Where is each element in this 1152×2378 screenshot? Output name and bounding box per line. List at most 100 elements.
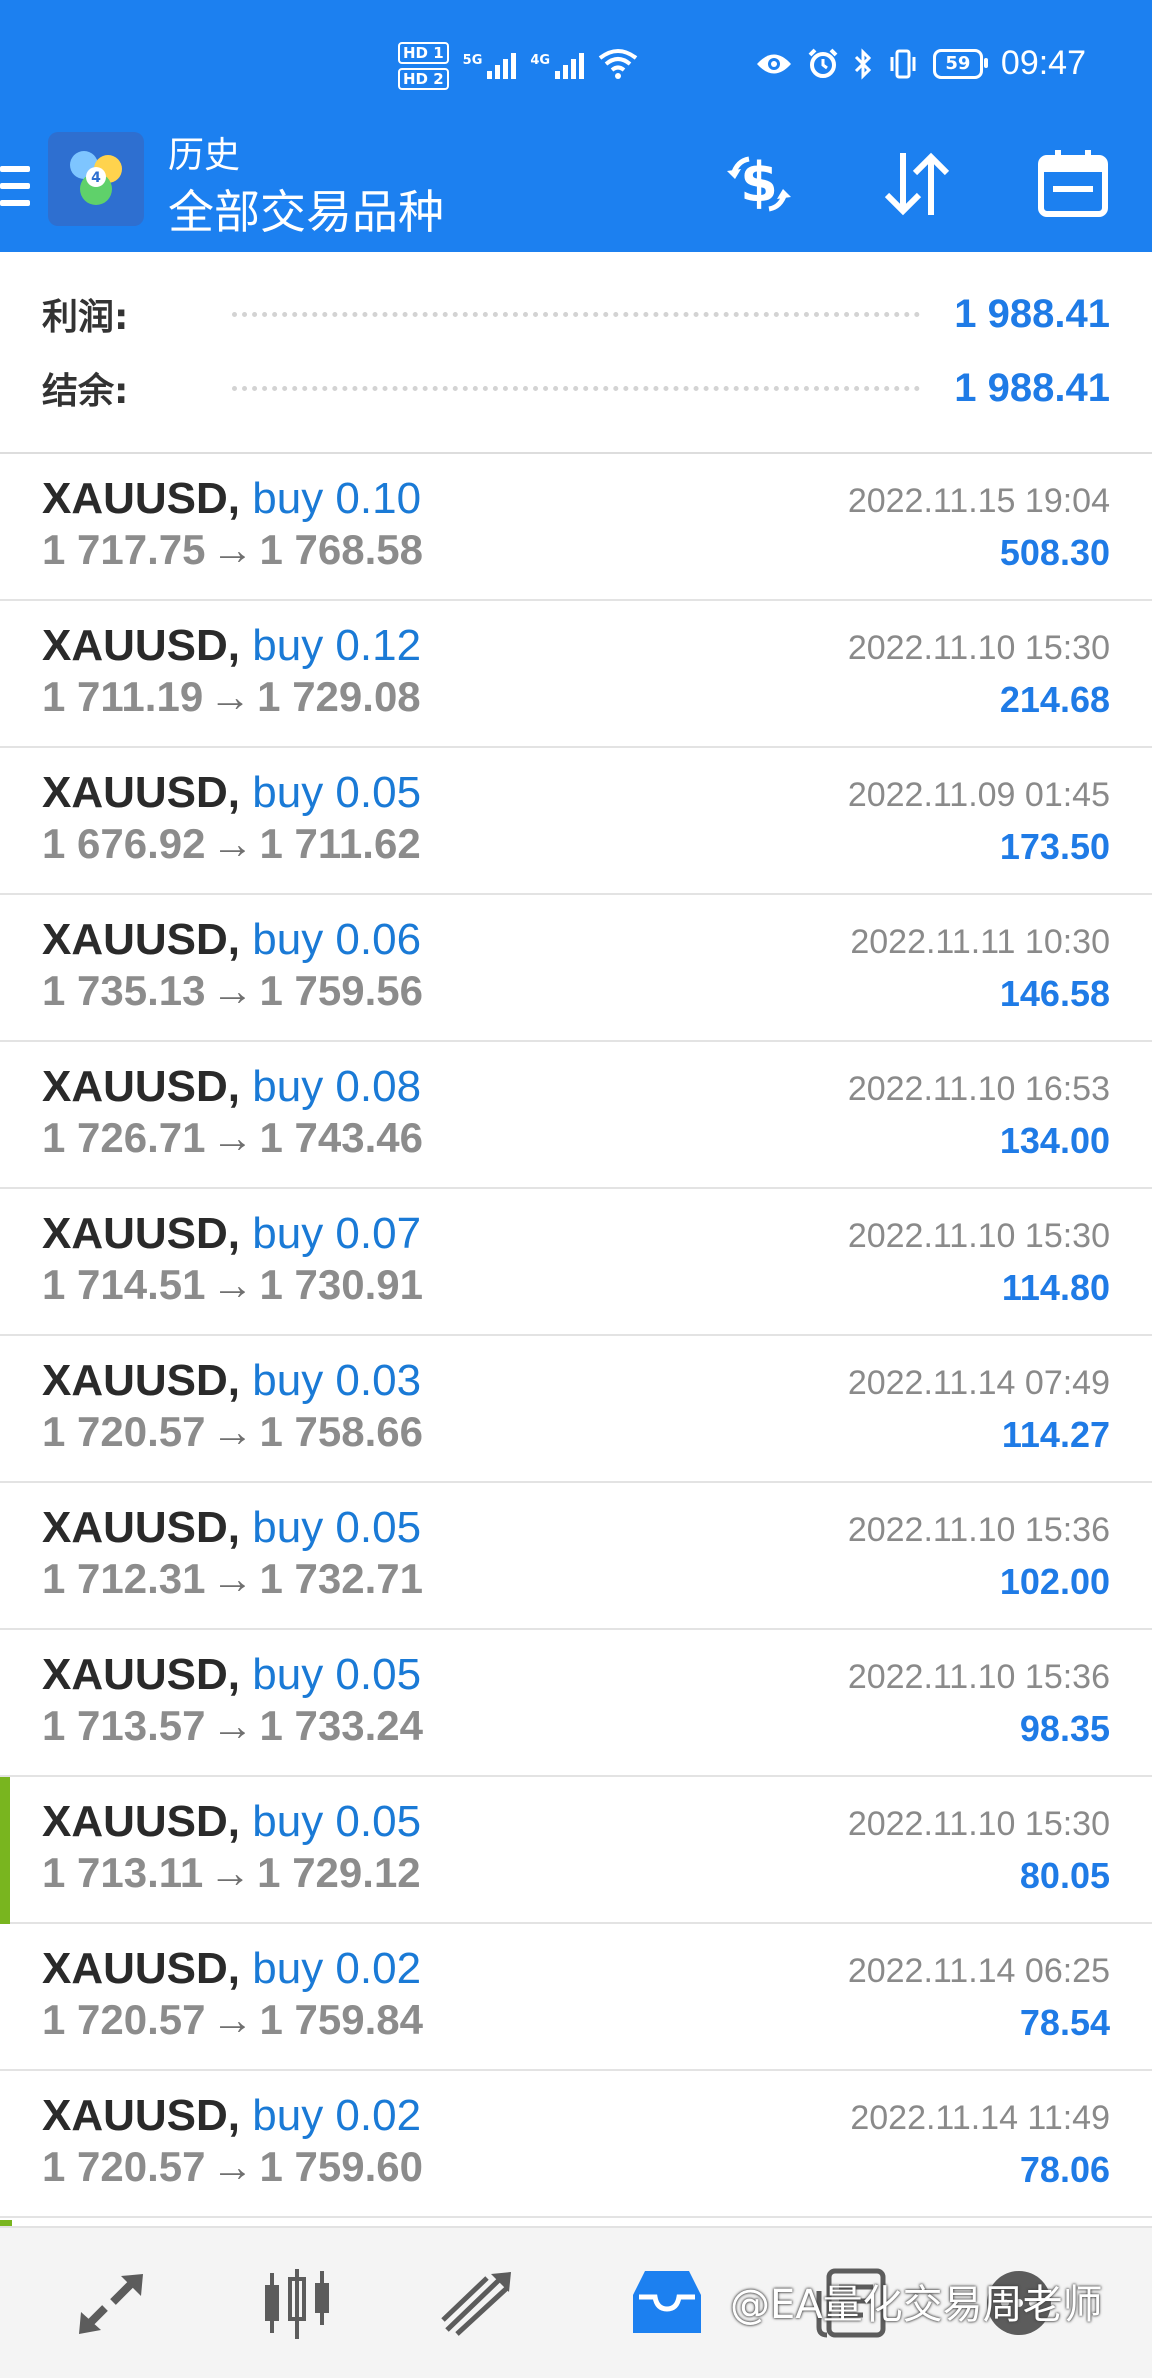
- trade-symbol: XAUUSD,: [42, 474, 241, 523]
- currency-exchange-icon[interactable]: $: [714, 146, 804, 222]
- trade-profit: 102.00: [999, 1561, 1110, 1602]
- trade-row[interactable]: XAUUSD, buy 0.05 1 712.31 → 1 732.71 2022.…: [0, 1483, 1152, 1630]
- close-price: 1 711.62: [259, 820, 421, 867]
- open-price: 1 711.19: [42, 673, 204, 720]
- trade-date: 2022.11.10 16:53: [847, 1070, 1110, 1108]
- arrow-icon: →: [211, 1996, 254, 2043]
- balance-row: 结余: 1 988.41: [42, 358, 1110, 418]
- trade-date: 2022.11.10 15:30: [847, 1217, 1110, 1255]
- trade-side: buy 0.05: [252, 1650, 422, 1699]
- arrow-icon: →: [211, 820, 254, 867]
- trade-date: 2022.11.09 01:45: [847, 776, 1110, 814]
- history-icon[interactable]: [622, 2258, 712, 2348]
- close-price: 1 759.84: [259, 1996, 424, 2043]
- sim1-badge: HD 1: [398, 42, 449, 64]
- battery-icon: 59: [932, 48, 988, 79]
- trade-profit: 114.80: [1001, 1267, 1110, 1308]
- trade-side: buy 0.10: [252, 474, 422, 523]
- trade-profit: 114.27: [1001, 1414, 1110, 1455]
- trade-date: 2022.11.14 06:25: [847, 1952, 1110, 1990]
- trade-row-selected[interactable]: XAUUSD, buy 0.05 1 713.11 → 1 729.12 2022.…: [0, 1777, 1152, 1924]
- trade-side: buy 0.05: [252, 768, 422, 817]
- trade-profit: 508.30: [999, 532, 1110, 573]
- alarm-icon: [807, 48, 839, 80]
- net1-label: 5G: [462, 53, 483, 68]
- summary-panel: 利润: 1 988.41 结余: 1 988.41: [0, 252, 1152, 454]
- balance-value: 1 988.41: [954, 365, 1110, 410]
- trade-row[interactable]: XAUUSD, buy 0.03 1 720.57 → 1 758.66 2022.…: [0, 1336, 1152, 1483]
- open-price: 1 720.57: [42, 2143, 206, 2190]
- trade-symbol: XAUUSD,: [42, 1944, 241, 1993]
- trade-symbol: XAUUSD,: [42, 2091, 241, 2140]
- trade-row[interactable]: XAUUSD, buy 0.02 1 720.57 → 1 759.84 2022.…: [0, 1924, 1152, 2071]
- trade-row[interactable]: XAUUSD, buy 0.08 1 726.71 → 1 743.46 2022.…: [0, 1042, 1152, 1189]
- trade-date: 2022.11.10 15:36: [847, 1658, 1110, 1696]
- arrow-icon: →: [211, 1408, 254, 1455]
- close-price: 1 743.46: [259, 1114, 424, 1161]
- trade-row[interactable]: XAUUSD, buy 0.02 1 720.57 → 1 759.60 2022.…: [0, 2071, 1152, 2218]
- battery-level: 59: [945, 53, 971, 74]
- trade-profit: 78.54: [1019, 2002, 1110, 2043]
- open-price: 1 713.57: [42, 1702, 206, 1749]
- sort-icon[interactable]: [872, 146, 962, 222]
- trade-row[interactable]: XAUUSD, buy 0.06 1 735.13 → 1 759.56 2022.…: [0, 895, 1152, 1042]
- open-price: 1 720.57: [42, 1996, 206, 2043]
- trade-symbol: XAUUSD,: [42, 1797, 241, 1846]
- svg-text:4: 4: [91, 170, 101, 186]
- arrow-icon: →: [211, 1702, 254, 1749]
- trade-row[interactable]: XAUUSD, buy 0.05 1 713.57 → 1 733.24 2022.…: [0, 1630, 1152, 1777]
- open-price: 1 712.31: [42, 1555, 206, 1602]
- balance-label: 结余:: [42, 371, 129, 412]
- trade-profit: 78.06: [1019, 2149, 1110, 2190]
- dotted-leader: [232, 385, 921, 391]
- trade-profit: 80.05: [1019, 1855, 1110, 1896]
- close-price: 1 730.91: [259, 1261, 424, 1308]
- open-price: 1 735.13: [42, 967, 206, 1014]
- arrow-icon: →: [211, 526, 254, 573]
- bluetooth-icon: [853, 47, 873, 80]
- vibrate-icon: [887, 48, 919, 80]
- sim-indicators: HD 1 HD 2: [398, 42, 449, 90]
- menu-icon[interactable]: [0, 156, 30, 216]
- trade-side: buy 0.02: [252, 2091, 422, 2140]
- status-right: 59 09:47: [755, 44, 1086, 83]
- close-price: 1 732.71: [259, 1555, 424, 1602]
- trade-side: buy 0.06: [252, 915, 422, 964]
- quotes-icon[interactable]: [70, 2258, 160, 2348]
- trade-profit: 98.35: [1019, 1708, 1110, 1749]
- arrow-icon: →: [209, 1849, 252, 1896]
- trade-row[interactable]: XAUUSD, buy 0.05 1 676.92 → 1 711.62 2022.…: [0, 748, 1152, 895]
- trade-profit: 134.00: [999, 1120, 1110, 1161]
- chart-icon[interactable]: [252, 2258, 342, 2348]
- trade-icon[interactable]: [434, 2258, 524, 2348]
- trade-profit: 214.68: [999, 679, 1110, 720]
- trade-date: 2022.11.10 15:30: [847, 1805, 1110, 1843]
- open-price: 1 713.11: [42, 1849, 204, 1896]
- page-title: 历史: [168, 135, 241, 176]
- arrow-icon: →: [211, 967, 254, 1014]
- open-price: 1 714.51: [42, 1261, 206, 1308]
- signal-4g-icon: 4G: [530, 53, 585, 79]
- close-price: 1 759.56: [259, 967, 424, 1014]
- trade-symbol: XAUUSD,: [42, 915, 241, 964]
- open-price: 1 676.92: [42, 820, 206, 867]
- trade-symbol: XAUUSD,: [42, 1503, 241, 1552]
- close-price: 1 758.66: [259, 1408, 424, 1455]
- trade-symbol: XAUUSD,: [42, 621, 241, 670]
- arrow-icon: →: [209, 673, 252, 720]
- trade-row[interactable]: XAUUSD, buy 0.12 1 711.19 → 1 729.08 2022.…: [0, 601, 1152, 748]
- watermark: @EA量化交易周老师: [730, 2282, 1103, 2328]
- trade-date: 2022.11.11 10:30: [850, 923, 1110, 961]
- trade-symbol: XAUUSD,: [42, 768, 241, 817]
- trade-row[interactable]: XAUUSD, buy 0.10 1 717.75 → 1 768.58 2022.…: [0, 454, 1152, 601]
- trade-date: 2022.11.14 07:49: [847, 1364, 1110, 1402]
- bottom-nav: @EA量化交易周老师: [0, 2226, 1152, 2378]
- calendar-icon[interactable]: [1028, 146, 1118, 222]
- close-price: 1 759.60: [259, 2143, 424, 2190]
- metatrader-logo: 4: [48, 132, 144, 226]
- wifi-icon: [598, 48, 638, 84]
- arrow-icon: →: [211, 1555, 254, 1602]
- trade-row[interactable]: XAUUSD, buy 0.07 1 714.51 → 1 730.91 2022.…: [0, 1189, 1152, 1336]
- symbol-filter[interactable]: 全部交易品种: [168, 176, 444, 242]
- trade-profit: 173.50: [999, 826, 1110, 867]
